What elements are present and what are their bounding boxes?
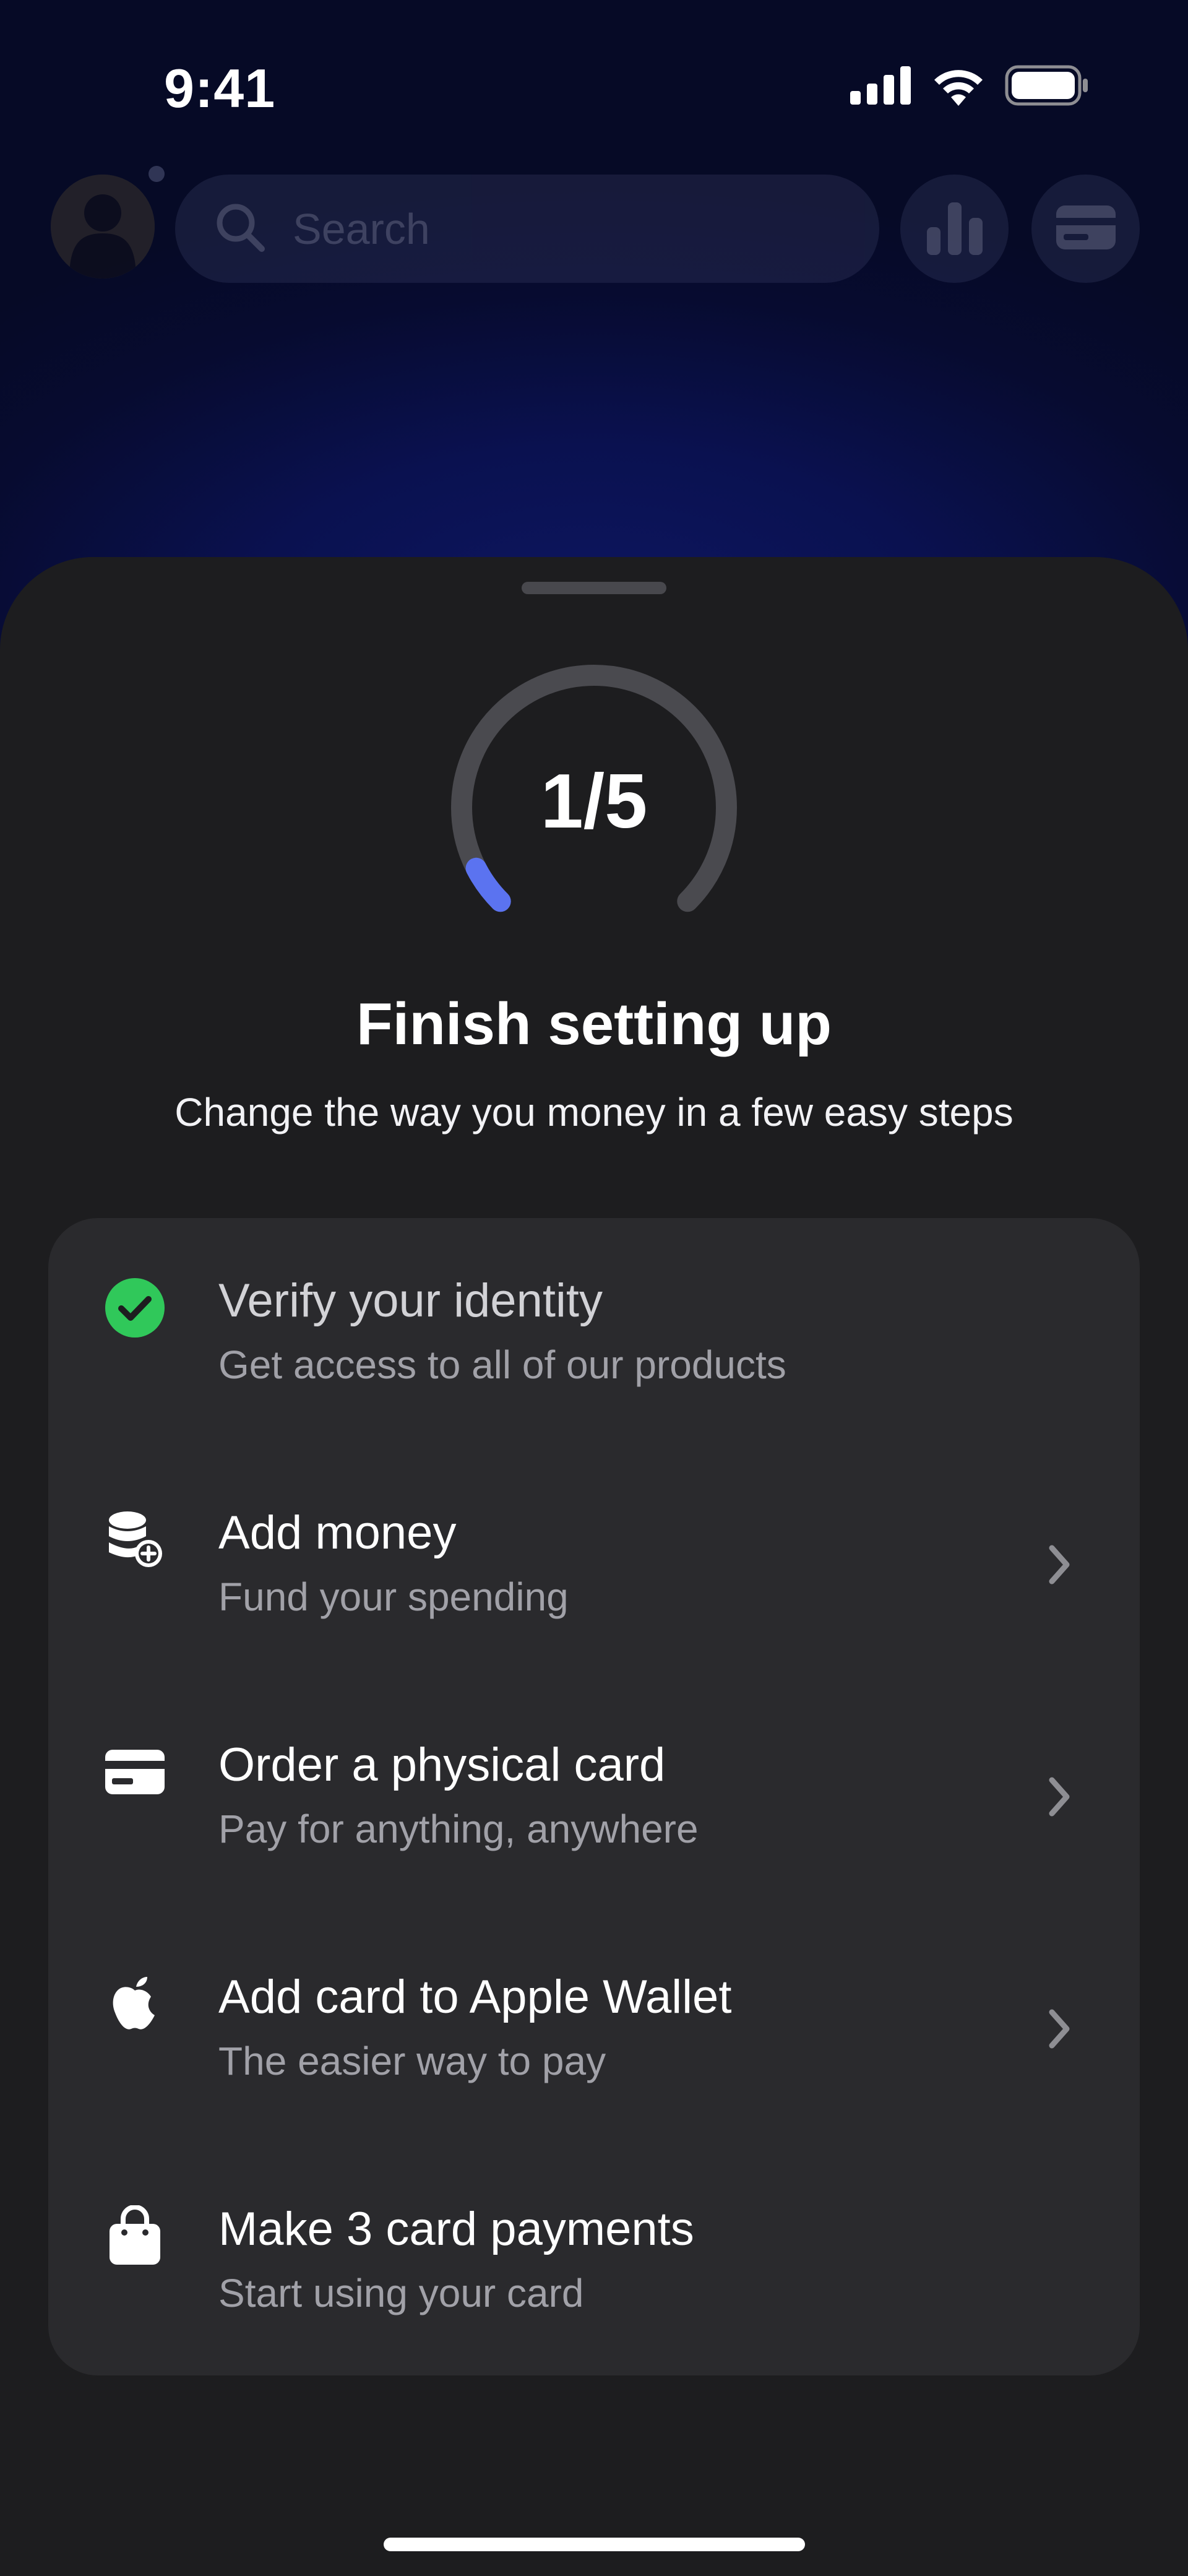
analytics-button[interactable] [900,175,1009,283]
wifi-icon [931,65,986,109]
sheet-grabber[interactable] [522,582,666,594]
step-description: Start using your card [218,2271,584,2315]
sheet-title: Finish setting up [356,991,832,1057]
search-placeholder: Search [293,204,430,253]
progress-label: 1/5 [540,759,648,844]
steps-card: Verify your identity Get access to all o… [48,1218,1140,2375]
step-description: Get access to all of our products [218,1342,786,1387]
step-title: Order a physical card [218,1739,666,1791]
step-add-money[interactable]: Add money Fund your spending [48,1506,1140,1737]
home-indicator [384,2538,805,2551]
cards-icon [1055,204,1117,254]
step-description: The easier way to pay [218,2039,606,2083]
apple-icon [101,1970,169,2038]
step-apple-wallet[interactable]: Add card to Apple Wallet The easier way … [48,1970,1140,2202]
step-title: Add money [218,1506,457,1559]
sheet-subtitle: Change the way you money in a few easy s… [174,1090,1014,1135]
battery-icon [1005,65,1089,109]
step-title: Verify your identity [218,1274,603,1327]
step-title: Add card to Apple Wallet [218,1971,732,2023]
setup-sheet: 1/5 Finish setting up Change the way you… [0,557,1188,2576]
step-description: Pay for anything, anywhere [218,1807,699,1851]
step-description: Fund your spending [218,1575,569,1619]
shopping-bag-icon [101,2202,169,2270]
step-order-card[interactable]: Order a physical card Pay for anything, … [48,1738,1140,1969]
coins-add-icon [101,1506,169,1574]
step-title: Make 3 card payments [218,2203,694,2255]
step-card-payments[interactable]: Make 3 card payments Start using your ca… [48,2202,1140,2434]
progress-ring: 1/5 [439,659,749,938]
avatar[interactable] [51,175,155,279]
status-time: 9:41 [164,58,276,119]
chevron-right-icon [1044,1540,1075,1589]
search-icon [212,199,268,258]
cards-button[interactable] [1031,175,1140,283]
chevron-right-icon [1044,1772,1075,1822]
cellular-signal-icon [850,66,912,108]
checkmark-circle-icon [101,1274,169,1342]
screen: Search 9:41 1/5 Finish setting up Change… [0,0,1188,2576]
step-verify-identity[interactable]: Verify your identity Get access to all o… [48,1274,1140,1505]
card-icon [101,1738,169,1806]
status-bar: 9:41 [0,0,1188,173]
analytics-icon [924,199,986,258]
search-bar[interactable]: Search [175,175,879,283]
chevron-right-icon [1044,2004,1075,2054]
status-icons [850,65,1089,109]
